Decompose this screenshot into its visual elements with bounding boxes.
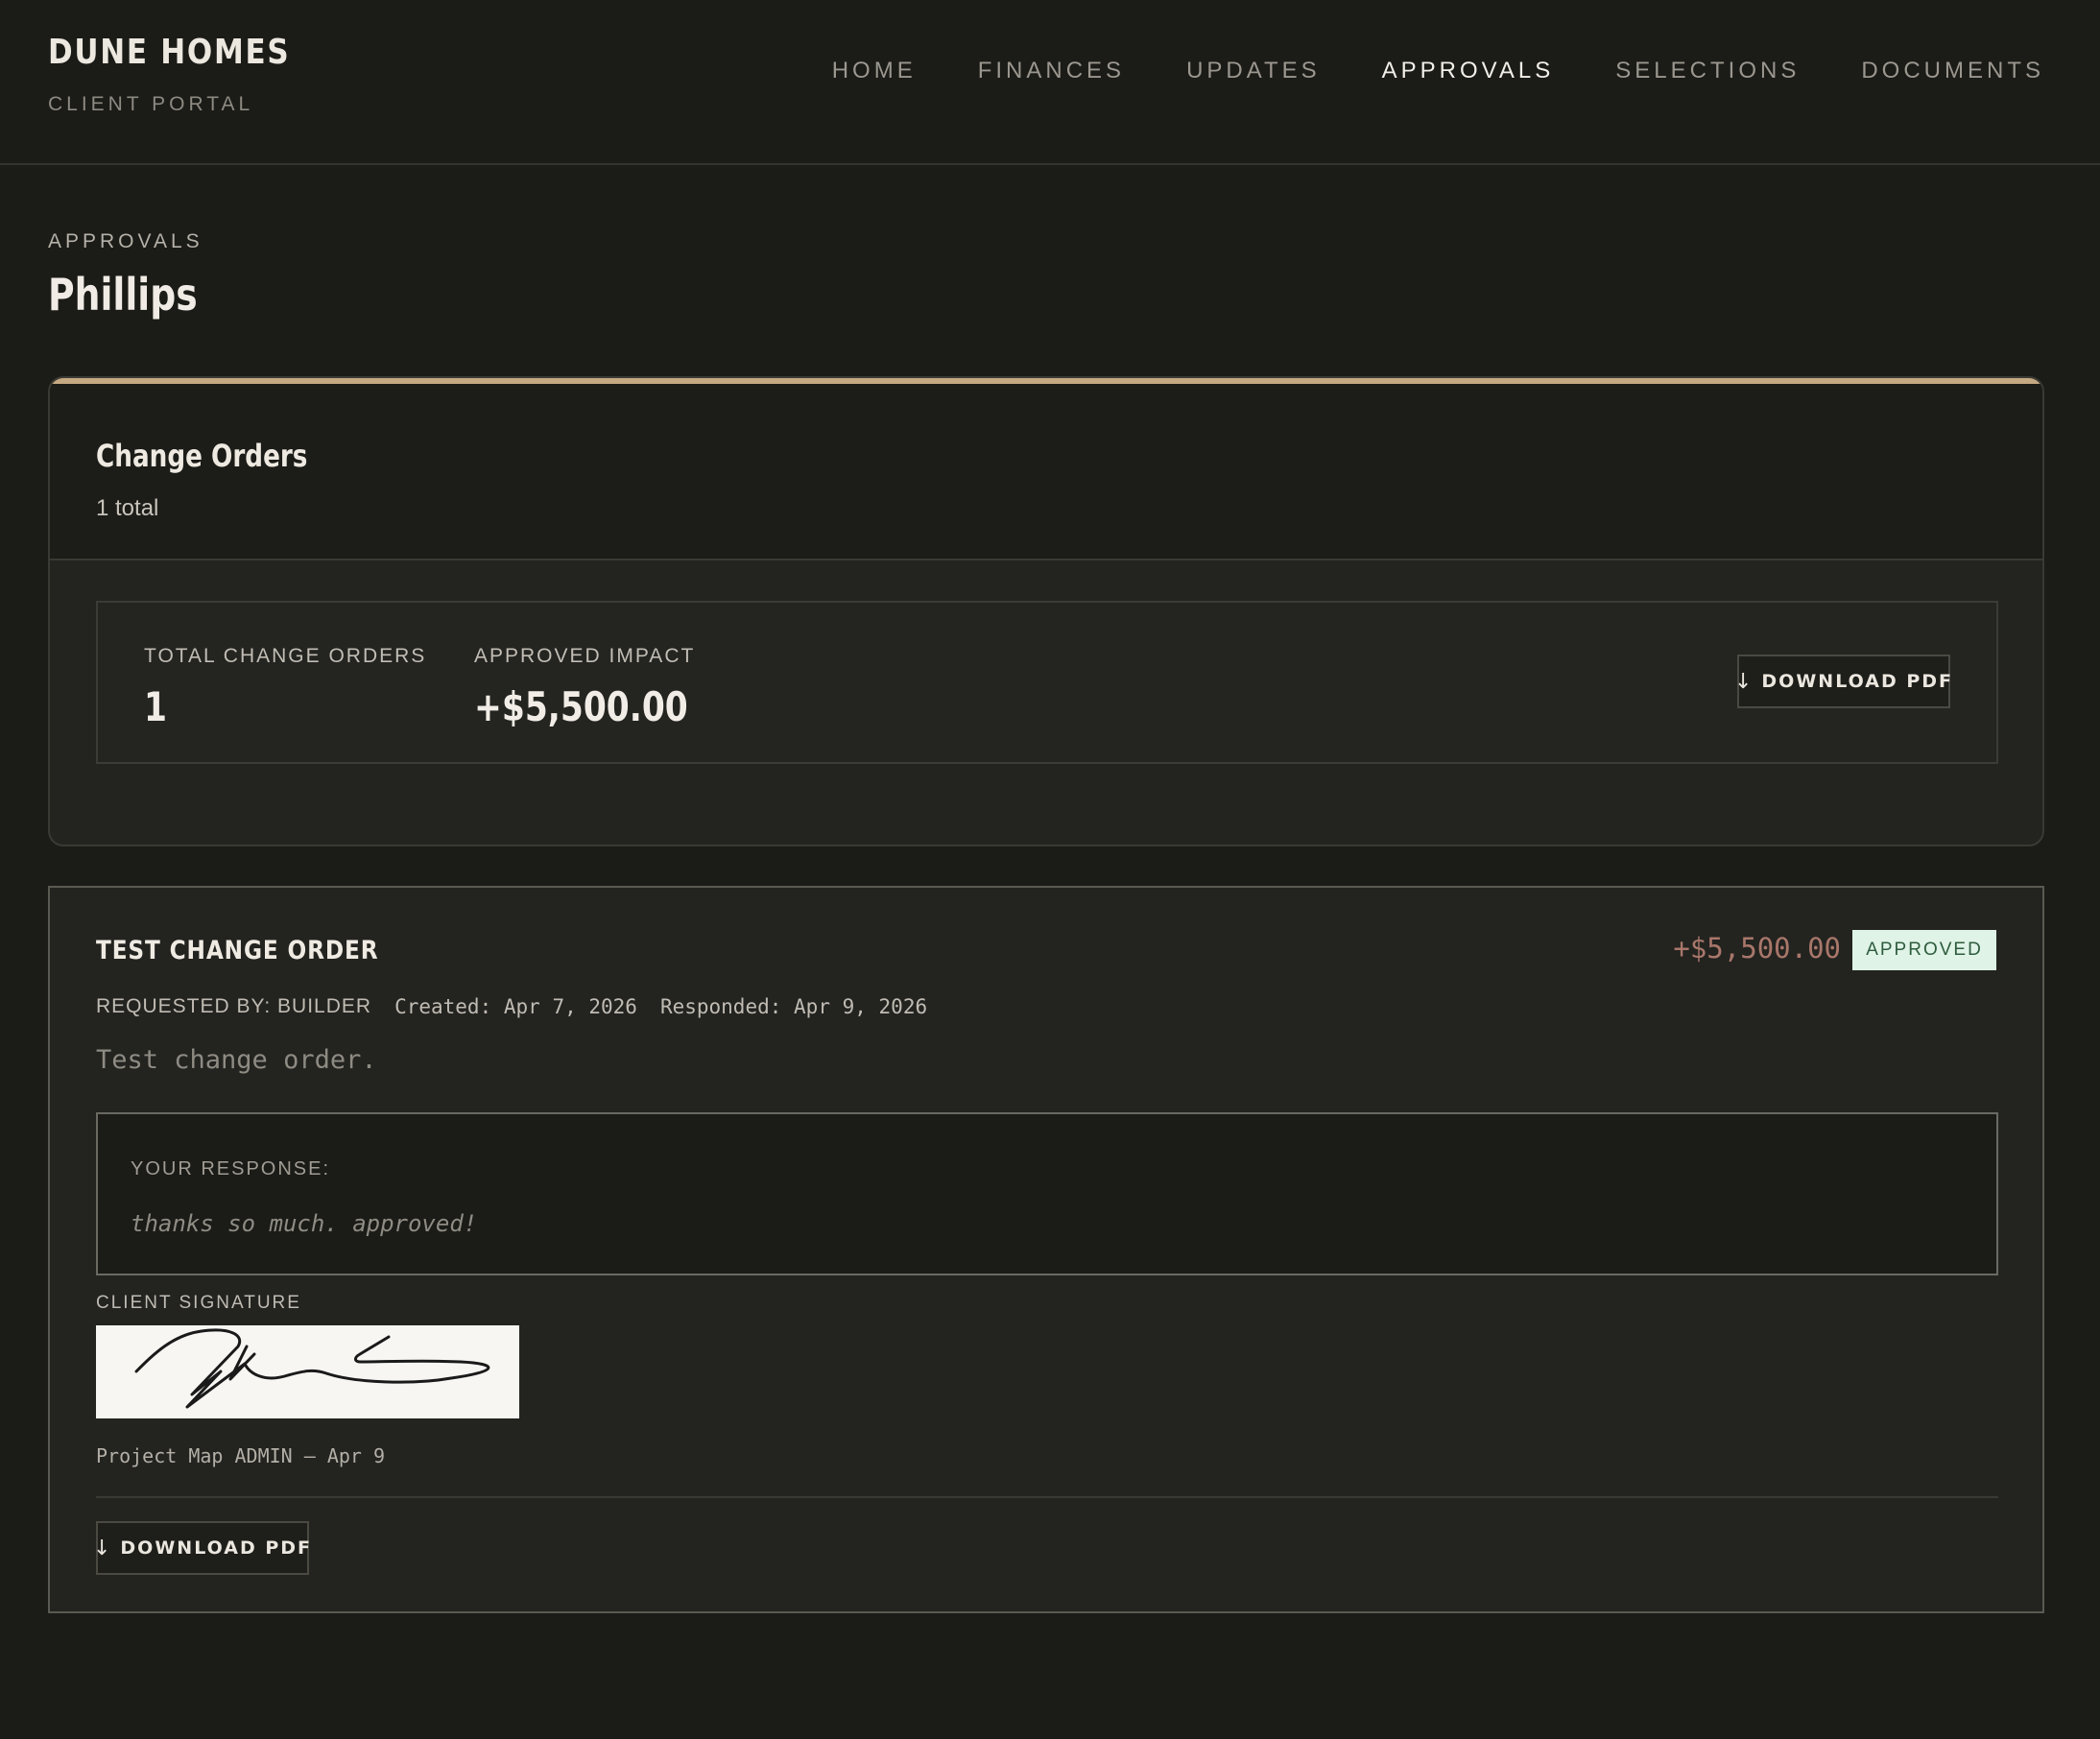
response-label: YOUR RESPONSE: (131, 1158, 331, 1179)
download-label: DOWNLOAD PDF (1761, 671, 1954, 692)
status-badge: APPROVED (1852, 930, 1996, 970)
page-title: Phillips (48, 269, 198, 321)
summary-title: Change Orders (96, 438, 308, 474)
brand-subtitle: CLIENT PORTAL (48, 93, 254, 115)
stat-impact-value: +$5,500.00 (474, 683, 688, 730)
signature-drawing (134, 1328, 490, 1409)
brand-name: DUNE HOMES (48, 33, 291, 72)
summary-header: Change Orders 1 total (50, 384, 2042, 560)
summary-count: 1 total (96, 495, 159, 521)
section-eyebrow: APPROVALS (48, 230, 203, 252)
stat-total-value: 1 (144, 683, 167, 730)
responded-date: Responded: Apr 9, 2026 (659, 995, 928, 1018)
download-arrow-icon: ↓ (92, 1536, 113, 1560)
stat-impact-label: APPROVED IMPACT (474, 645, 696, 667)
change-orders-summary-card: Change Orders 1 total TOTAL CHANGE ORDER… (48, 376, 2044, 846)
divider (96, 1496, 1998, 1498)
stats-box: TOTAL CHANGE ORDERS 1 APPROVED IMPACT +$… (96, 601, 1998, 764)
site-header: DUNE HOMES CLIENT PORTAL HOME FINANCES U… (0, 0, 2100, 165)
stat-total: TOTAL CHANGE ORDERS 1 (144, 645, 426, 730)
order-amount: +$5,500.00 (1673, 932, 1841, 965)
order-download-pdf-button[interactable]: ↓ DOWNLOAD PDF (92, 1521, 313, 1575)
nav-selections[interactable]: SELECTIONS (1615, 58, 1800, 84)
response-text: thanks so much. approved! (131, 1210, 478, 1237)
order-description: Test change order. (96, 1045, 377, 1075)
stat-total-label: TOTAL CHANGE ORDERS (144, 645, 427, 667)
nav-finances[interactable]: FINANCES (978, 58, 1125, 84)
change-order-card: TEST CHANGE ORDER +$5,500.00 APPROVED RE… (48, 886, 2044, 1613)
download-label: DOWNLOAD PDF (120, 1537, 313, 1559)
client-signature-image (96, 1325, 519, 1418)
nav-home[interactable]: HOME (832, 58, 917, 84)
signature-label: CLIENT SIGNATURE (96, 1293, 301, 1313)
main-nav: HOME FINANCES UPDATES APPROVALS SELECTIO… (832, 58, 2044, 84)
brand[interactable]: DUNE HOMES CLIENT PORTAL (48, 33, 329, 116)
order-meta: REQUESTED BY: BUILDER Created: Apr 7, 20… (96, 995, 927, 1018)
requested-by: REQUESTED BY: BUILDER (96, 995, 372, 1017)
summary-download-pdf-button[interactable]: ↓ DOWNLOAD PDF (1733, 655, 1954, 708)
nav-updates[interactable]: UPDATES (1186, 58, 1321, 84)
response-box: YOUR RESPONSE: thanks so much. approved! (96, 1112, 1998, 1275)
download-arrow-icon: ↓ (1733, 669, 1754, 694)
stat-impact: APPROVED IMPACT +$5,500.00 (474, 645, 735, 730)
order-title: TEST CHANGE ORDER (96, 936, 379, 965)
nav-approvals[interactable]: APPROVALS (1382, 58, 1555, 84)
created-date: Created: Apr 7, 2026 (394, 995, 637, 1018)
nav-documents[interactable]: DOCUMENTS (1861, 58, 2044, 84)
signature-caption: Project Map ADMIN — Apr 9 (96, 1444, 386, 1467)
